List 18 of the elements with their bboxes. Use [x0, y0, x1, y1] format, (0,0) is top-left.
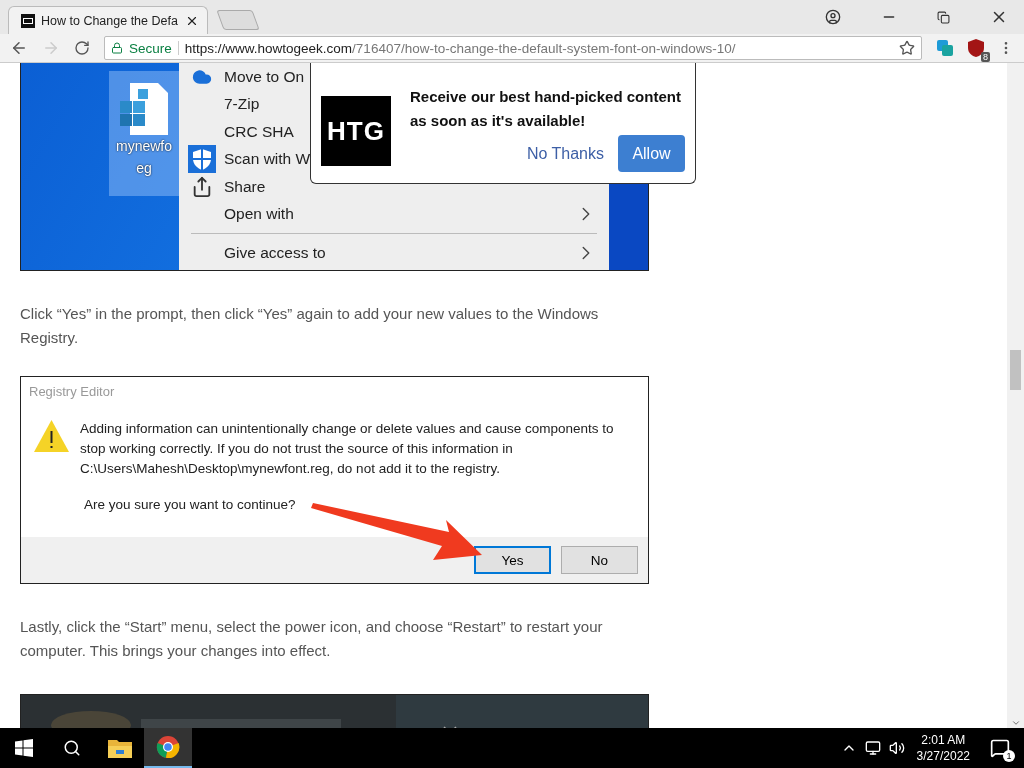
notification-count: 1: [1003, 750, 1015, 762]
dialog-question: Are you sure you want to continue?: [84, 496, 297, 514]
tab-title: How to Change the Defa: [41, 13, 179, 28]
notification-message: Receive our best hand-picked content as soon as it's available!: [410, 87, 682, 131]
time-text: 2:01 AM: [921, 732, 966, 748]
dialog-message: C:\Users\Mahesh\Desktop\mynewfont.reg, do not add it to the registry.: [80, 460, 501, 478]
dialog-message: Adding information can unintentionally change or delete values and cause components to: [80, 420, 614, 438]
file-name: mynewfo: [116, 137, 172, 156]
security-label: Secure: [129, 40, 172, 56]
date-text: 3/27/2022: [916, 748, 970, 764]
file-name: eg: [136, 159, 152, 178]
extension-badge: 8: [981, 52, 990, 62]
paragraph: Click “Yes” in the prompt, then click “Yes” again to add your new values to the Windows Registry.: [20, 304, 600, 348]
url-text: https://www.howtogeek.com/716407/how-to-change-the-default-system-font-on-windows-10/: [184, 40, 736, 56]
dialog-message: stop working correctly. If you do not trust the source of this information in: [80, 440, 514, 458]
dialog-title: Registry Editor: [28, 383, 116, 399]
paragraph: Lastly, click the “Start” menu, select the power icon, and choose “Restart” to restart your computer. This brings your changes into effect.: [20, 617, 604, 661]
site-logo: HTG: [321, 96, 391, 166]
